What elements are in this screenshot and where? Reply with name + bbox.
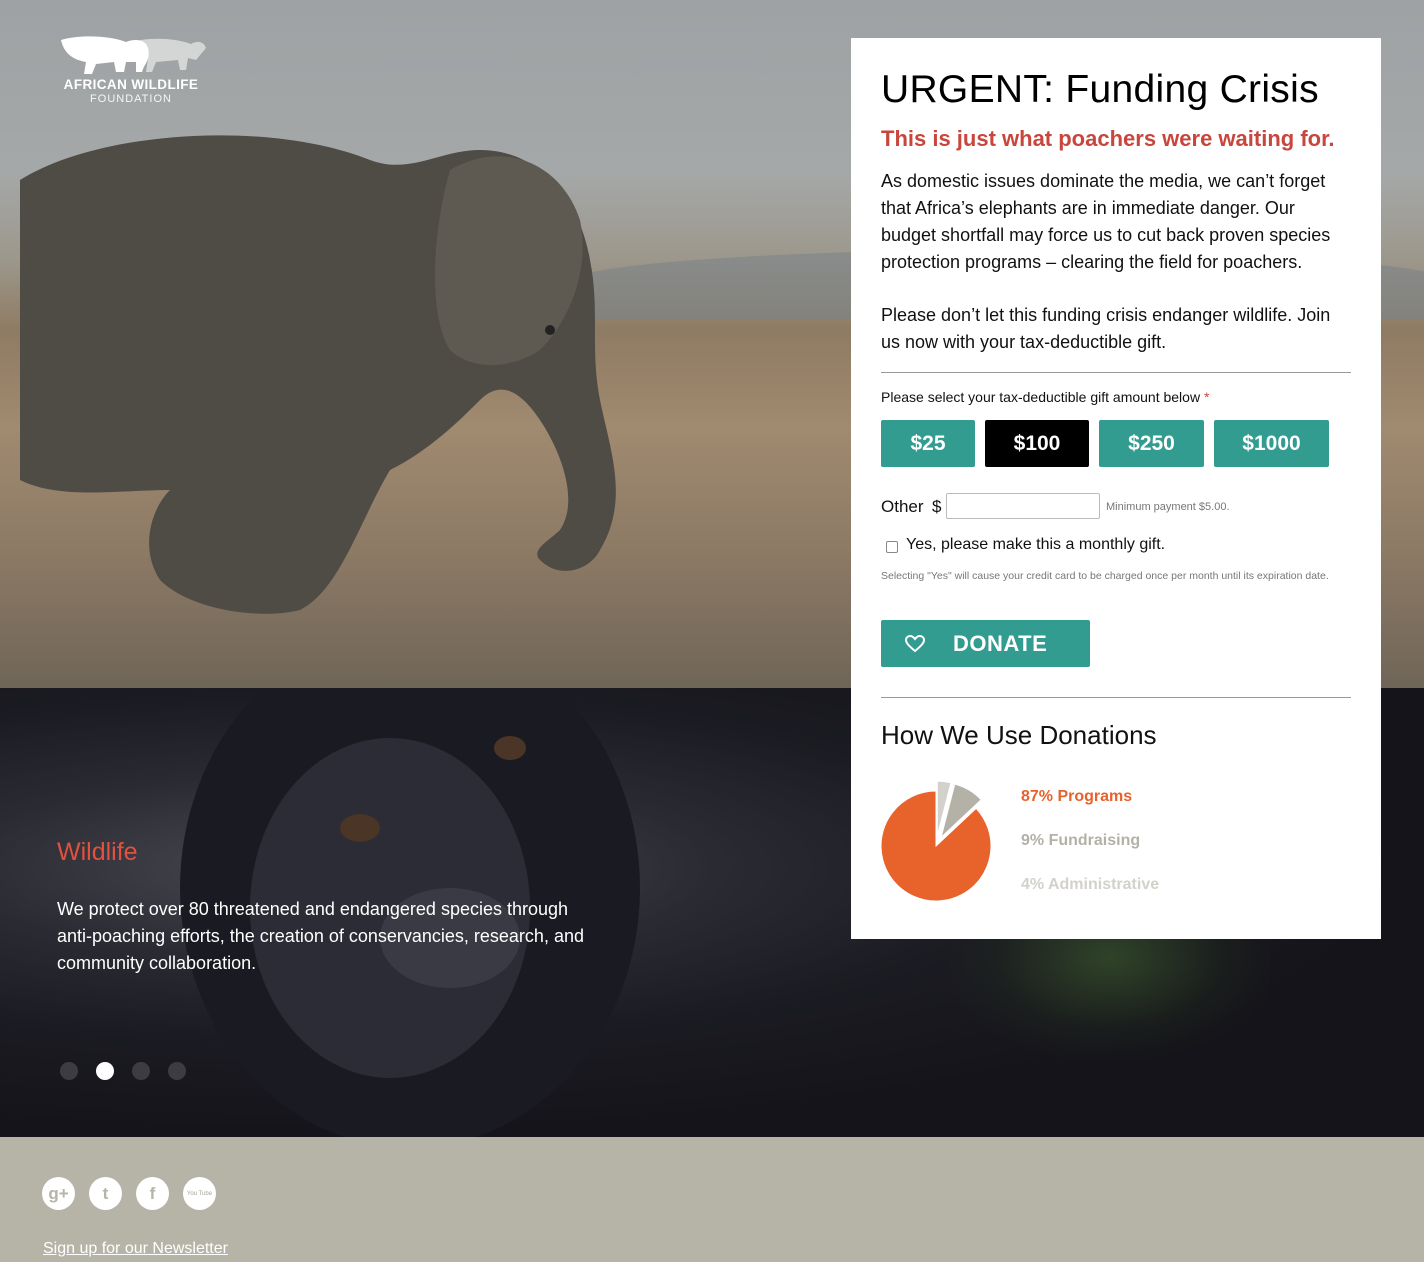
newsletter-link[interactable]: Sign up for our Newsletter bbox=[43, 1240, 228, 1258]
donate-label: DONATE bbox=[953, 630, 1048, 656]
gift-amount-button[interactable]: $25 bbox=[881, 420, 975, 467]
gift-amount-button[interactable]: $100 bbox=[985, 420, 1089, 467]
donation-legend-item: 4% Administrative bbox=[1021, 876, 1160, 893]
donation-panel: URGENT: Funding Crisis This is just what… bbox=[851, 38, 1381, 939]
elephant-image bbox=[20, 135, 616, 614]
donate-button[interactable]: DONATE bbox=[881, 620, 1090, 667]
other-amount-input[interactable] bbox=[946, 493, 1100, 519]
donations-pie-chart bbox=[881, 780, 992, 901]
slide-title: Wildlife bbox=[57, 838, 138, 866]
carousel-dot[interactable] bbox=[132, 1062, 150, 1080]
monthly-gift-note: Selecting "Yes" will cause your credit c… bbox=[881, 570, 1329, 582]
donations-heading: How We Use Donations bbox=[881, 720, 1157, 750]
youtube-icon[interactable]: You Tube bbox=[183, 1177, 216, 1210]
footer: g+ t f You Tube Sign up for our Newsletter bbox=[0, 1137, 1424, 1262]
monthly-gift-label[interactable]: Yes, please make this a monthly gift. bbox=[906, 536, 1165, 554]
logo[interactable]: AFRICAN WILDLIFE FOUNDATION bbox=[56, 34, 206, 108]
carousel-dot[interactable] bbox=[168, 1062, 186, 1080]
google-plus-icon[interactable]: g+ bbox=[42, 1177, 75, 1210]
gift-amount-button[interactable]: $1000 bbox=[1214, 420, 1329, 467]
carousel-dot[interactable] bbox=[60, 1062, 78, 1080]
gift-amount-label: Please select your tax-deductible gift a… bbox=[881, 389, 1210, 405]
monthly-gift-checkbox[interactable] bbox=[886, 541, 898, 553]
panel-subtitle: This is just what poachers were waiting … bbox=[881, 126, 1335, 151]
heart-icon bbox=[903, 634, 927, 653]
pie-slice bbox=[881, 790, 992, 901]
min-payment-note: Minimum payment $5.00. bbox=[1106, 501, 1230, 513]
other-amount-label: Other bbox=[881, 497, 924, 516]
gift-amount-button[interactable]: $250 bbox=[1099, 420, 1204, 467]
facebook-icon[interactable]: f bbox=[136, 1177, 169, 1210]
logo-subtext: FOUNDATION bbox=[90, 93, 172, 105]
panel-title: URGENT: Funding Crisis bbox=[881, 68, 1319, 111]
slide-text: We protect over 80 threatened and endang… bbox=[57, 899, 584, 973]
divider bbox=[881, 697, 1351, 698]
social-links: g+ t f You Tube bbox=[42, 1177, 216, 1210]
divider bbox=[881, 372, 1351, 373]
carousel-dot[interactable] bbox=[96, 1062, 114, 1080]
currency-symbol: $ bbox=[932, 497, 942, 516]
twitter-icon[interactable]: t bbox=[89, 1177, 122, 1210]
panel-paragraph: As domestic issues dominate the media, w… bbox=[881, 171, 1331, 272]
donation-legend-item: 87% Programs bbox=[1021, 788, 1133, 805]
panel-paragraph: Please don’t let this funding crisis end… bbox=[881, 305, 1331, 352]
donation-legend-item: 9% Fundraising bbox=[1021, 832, 1141, 849]
carousel-dots bbox=[60, 1062, 186, 1080]
logo-text: AFRICAN WILDLIFE bbox=[63, 77, 199, 92]
required-marker: * bbox=[1203, 389, 1210, 405]
elephant-logo-icon bbox=[61, 36, 206, 74]
